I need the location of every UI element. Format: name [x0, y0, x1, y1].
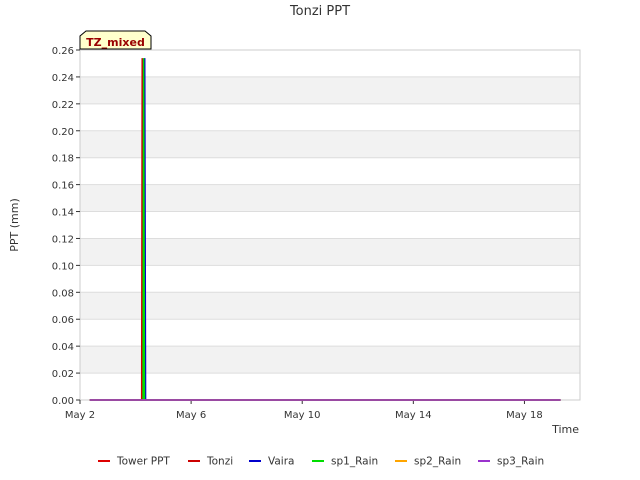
x-axis-label: Time — [551, 423, 579, 436]
x-tick-label: May 2 — [65, 410, 95, 421]
y-tick-label: 0.04 — [52, 342, 74, 353]
y-tick-label: 0.00 — [52, 396, 74, 407]
x-tick-label: May 18 — [506, 410, 543, 421]
y-tick-label: 0.22 — [52, 100, 74, 111]
plot-band — [80, 130, 580, 158]
legend-label: Tonzi — [206, 456, 233, 468]
y-tick-label: 0.24 — [52, 73, 74, 84]
legend-label: sp3_Rain — [497, 456, 544, 468]
y-tick-label: 0.12 — [52, 234, 74, 245]
y-tick-label: 0.10 — [52, 261, 74, 272]
plot-band — [80, 292, 580, 320]
y-tick-label: 0.26 — [52, 46, 74, 57]
x-tick-label: May 10 — [284, 410, 321, 421]
legend-label: Vaira — [268, 456, 294, 468]
legend: Tower PPT Tonzi Vaira sp1_Rain sp2_Rain sp3_R… — [98, 456, 544, 468]
legend-label: Tower PPT — [116, 456, 170, 468]
plot-band — [80, 346, 580, 374]
plot-background-bands — [80, 76, 580, 374]
legend-label: sp2_Rain — [414, 456, 461, 468]
y-axis-label: PPT (mm) — [8, 198, 21, 252]
y-tick-label: 0.16 — [52, 181, 74, 192]
y-tick-label: 0.08 — [52, 288, 74, 299]
annotation-box: TZ_mixed — [79, 30, 152, 50]
legend-label: sp1_Rain — [331, 456, 378, 468]
x-tick-label: May 14 — [395, 410, 432, 421]
y-tick-label: 0.06 — [52, 315, 74, 326]
y-tick-label: 0.02 — [52, 369, 74, 380]
y-axis: 0.00 0.02 0.04 0.06 0.08 0.10 0.12 0.14 0.16 0.18… — [52, 46, 80, 407]
x-tick-label: May 6 — [176, 410, 206, 421]
y-tick-label: 0.14 — [52, 208, 74, 219]
x-axis: May 2 May 6 May 10 May 14 May 18 — [65, 400, 543, 421]
plot-band — [80, 184, 580, 212]
chart-title: Tonzi PPT — [289, 4, 350, 19]
y-tick-label: 0.18 — [52, 154, 74, 165]
plot-band — [80, 76, 580, 104]
annotation-label: TZ_mixed — [86, 36, 145, 49]
plot-band — [80, 238, 580, 266]
y-tick-label: 0.20 — [52, 127, 74, 138]
chart: Tonzi PPT 0.000.020.040.060.080.100.120.… — [8, 4, 581, 468]
